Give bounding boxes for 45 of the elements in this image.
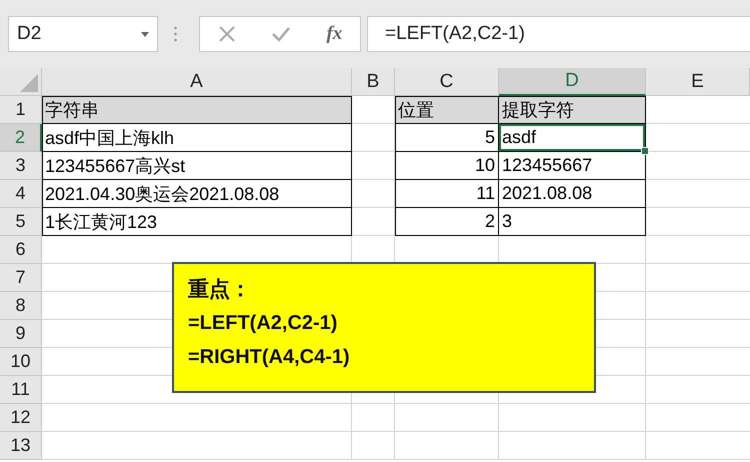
row-header[interactable]: 3 [0,152,42,180]
table-cell: 3 [499,208,646,236]
row-header[interactable]: 8 [0,292,42,320]
header-cell: 位置 [395,96,499,124]
header-cell: 提取字符 [499,96,646,124]
table-cell: asdf中国上海klh [42,124,352,152]
row-header[interactable]: 13 [0,432,42,460]
table-cell: 123455667 [499,152,646,180]
table-cell: 10 [395,152,499,180]
table-cell: 2021.08.08 [499,180,646,208]
row-header[interactable]: 9 [0,320,42,348]
column-header[interactable]: E [646,68,750,96]
insert-function-button[interactable]: fx [326,23,342,45]
row-header[interactable]: 2 [0,124,42,152]
header-cell: 字符串 [42,96,352,124]
row-header[interactable]: 10 [0,348,42,376]
column-header[interactable]: D [499,68,646,96]
table-cell: 2021.04.30奥运会2021.08.08 [42,180,352,208]
row-header[interactable]: 5 [0,208,42,236]
column-header[interactable]: C [395,68,499,96]
grip-icon [174,26,177,42]
row-header[interactable]: 12 [0,404,42,432]
row-header[interactable]: 6 [0,236,42,264]
checkmark-icon[interactable] [271,26,292,42]
table-cell: asdf [499,124,646,152]
table-cell: 5 [395,124,499,152]
formula-text: =LEFT(A2,C2-1) [188,311,338,336]
formula-field[interactable]: =LEFT(A2,C2-1) [367,16,750,52]
cancel-icon[interactable] [218,25,236,43]
table-cell: 123455667高兴st [42,152,352,180]
select-all-triangle-icon[interactable] [20,74,38,92]
row-header[interactable]: 1 [0,96,42,124]
table-cell: 2 [395,208,499,236]
column-header[interactable]: A [42,68,352,96]
table-cell: 1长江黄河123 [42,208,352,236]
formula-text: =RIGHT(A4,C4-1) [188,345,351,370]
row-header[interactable]: 7 [0,264,42,292]
note-title: 重点： [188,276,252,303]
row-header[interactable]: 11 [0,376,42,404]
column-header[interactable]: B [352,68,395,96]
table-cell: 11 [395,180,499,208]
name-box[interactable]: D2 [8,16,158,52]
row-header[interactable]: 4 [0,180,42,208]
fill-handle[interactable] [641,147,649,155]
dropdown-caret-icon[interactable] [141,32,149,36]
